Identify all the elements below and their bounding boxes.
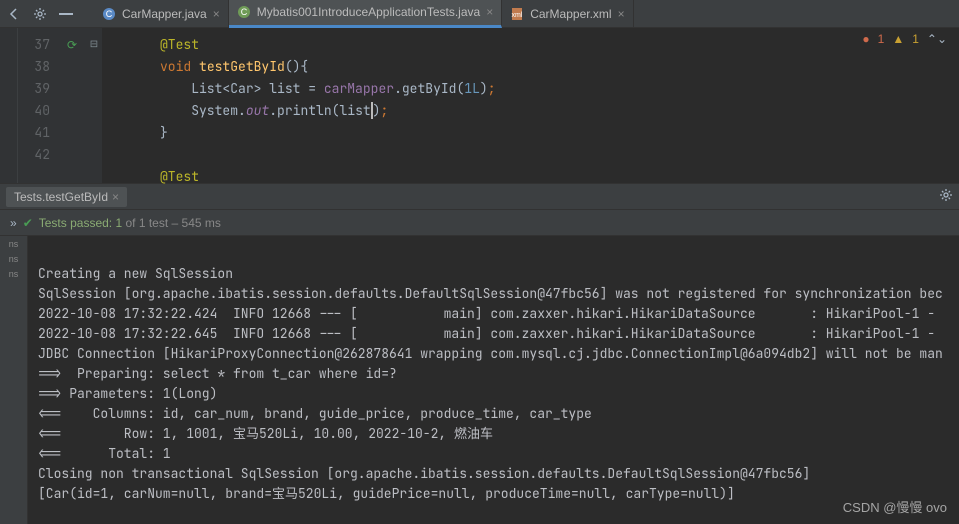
svg-text:xml: xml — [512, 12, 523, 19]
console-line: <== Row: 1, 1001, 宝马520Li, 10.00, 2022-1… — [38, 425, 493, 442]
tab-carmapper-xml[interactable]: xml CarMapper.xml × — [502, 0, 633, 28]
xml-file-icon: xml — [510, 7, 524, 21]
console-line: ==> Parameters: 1(Long) — [38, 385, 217, 402]
run-tab-label: Tests.testGetById — [14, 190, 108, 204]
close-icon[interactable]: × — [618, 7, 625, 21]
error-badge-icon: ● — [862, 32, 869, 46]
status-text: Tests passed: 1 of 1 test – 545 ms — [39, 216, 221, 230]
console-output[interactable]: Creating a new SqlSession SqlSession [or… — [28, 236, 959, 524]
horizontal-bar-icon[interactable] — [58, 6, 74, 22]
expand-icon[interactable]: » — [10, 216, 17, 230]
code-area[interactable]: @Test void testGetById(){ List<Car> list… — [102, 28, 959, 183]
tab-label: CarMapper.java — [122, 7, 207, 21]
run-tool-tabbar: Tests.testGetById × — [0, 184, 959, 210]
run-tab[interactable]: Tests.testGetById × — [6, 187, 127, 207]
watermark: CSDN @慢慢 ovo — [843, 497, 947, 516]
java-class-icon: C — [102, 7, 116, 21]
svg-text:C: C — [240, 7, 247, 17]
gutter-icons: ⟳ — [58, 28, 86, 183]
tab-carmapper-java[interactable]: C CarMapper.java × — [94, 0, 229, 28]
run-gutter-icon[interactable]: ⟳ — [58, 34, 86, 56]
console-line: ==> Preparing: select * from t_car where… — [38, 365, 397, 382]
tab-tests-java[interactable]: C Mybatis001IntroduceApplicationTests.ja… — [229, 0, 502, 28]
inspection-badges[interactable]: ●1 ▲1 ⌃⌄ — [862, 32, 947, 46]
fold-gutter: ⊟ — [86, 28, 102, 183]
test-status-bar: » ✔ Tests passed: 1 of 1 test – 545 ms — [0, 210, 959, 236]
settings-gear-icon[interactable] — [939, 188, 953, 205]
console-line: 2022-10-08 17:32:22.645 INFO 12668 --- [… — [38, 325, 943, 342]
back-icon[interactable] — [6, 6, 22, 22]
main-toolbar: C CarMapper.java × C Mybatis001Introduce… — [0, 0, 959, 28]
close-icon[interactable]: × — [112, 190, 119, 204]
console-line: <== Total: 1 — [38, 445, 171, 462]
console-panel: nsnsns Creating a new SqlSession SqlSess… — [0, 236, 959, 524]
tab-label: Mybatis001IntroduceApplicationTests.java — [257, 5, 480, 19]
editor-tabs: C CarMapper.java × C Mybatis001Introduce… — [94, 0, 634, 28]
java-class-icon: C — [237, 5, 251, 19]
tab-label: CarMapper.xml — [530, 7, 611, 21]
close-icon[interactable]: × — [213, 7, 220, 21]
console-line: Closing non transactional SqlSession [or… — [38, 465, 810, 482]
settings-gear-icon[interactable] — [32, 6, 48, 22]
editor-left-strip — [0, 28, 18, 183]
line-number-gutter: 37 38 39 40 41 42 — [18, 28, 58, 183]
annotation: @Test — [160, 168, 199, 185]
console-line: <== Columns: id, car_num, brand, guide_p… — [38, 405, 592, 422]
console-line: JDBC Connection [HikariProxyConnection@2… — [38, 345, 943, 362]
code-editor[interactable]: 37 38 39 40 41 42 ⟳ ⊟ @Test void testGet… — [0, 28, 959, 184]
chevron-up-down-icon[interactable]: ⌃⌄ — [927, 32, 947, 46]
check-icon: ✔ — [23, 216, 33, 230]
console-line: 2022-10-08 17:32:22.424 INFO 12668 --- [… — [38, 305, 943, 322]
console-line: SqlSession [org.apache.ibatis.session.de… — [38, 285, 943, 302]
annotation: @Test — [160, 36, 199, 53]
console-side-tabs[interactable]: nsnsns — [0, 236, 28, 524]
fold-icon[interactable]: ⊟ — [86, 34, 102, 56]
console-line: Creating a new SqlSession — [38, 265, 233, 282]
warning-badge-icon: ▲ — [892, 32, 904, 46]
svg-text:C: C — [106, 9, 113, 19]
close-icon[interactable]: × — [486, 5, 493, 19]
console-line: [Car(id=1, carNum=null, brand=宝马520Li, g… — [38, 485, 735, 502]
